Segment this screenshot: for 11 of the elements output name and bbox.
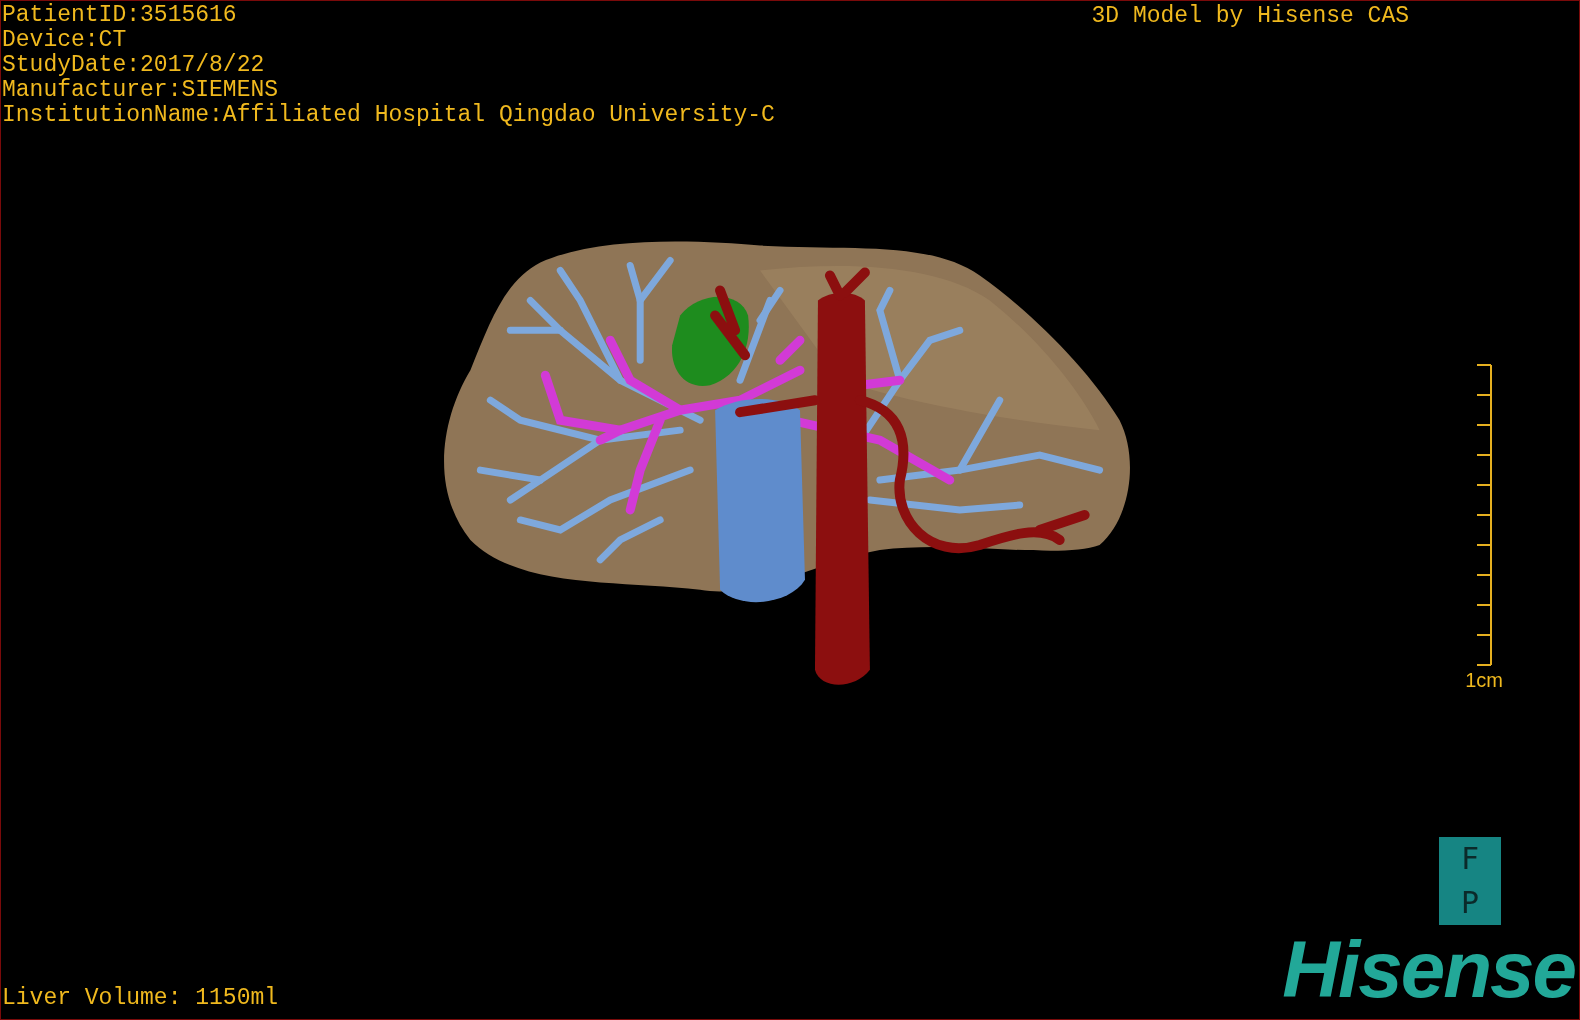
liver-volume-text: Liver Volume: 1150ml: [1, 986, 279, 1013]
orientation-marker: F P: [1439, 837, 1501, 925]
scale-ruler-icon: [1475, 361, 1495, 669]
study-info-text: StudyDate:2017/8/22: [2, 53, 266, 78]
brand-logo: Hisense: [1282, 935, 1575, 1005]
study-info-text: InstitutionName:Affiliated Hospital Qingdao University-C: [2, 103, 775, 128]
model-title: 3D Model by Hisense CAS: [1091, 4, 1409, 29]
study-info-text: Device:CT: [2, 28, 128, 53]
study-info-text: PatientID:3515616: [2, 3, 238, 28]
scale-label: 1cm: [1465, 669, 1503, 691]
study-info-text: Manufacturer:SIEMENS: [2, 78, 280, 103]
